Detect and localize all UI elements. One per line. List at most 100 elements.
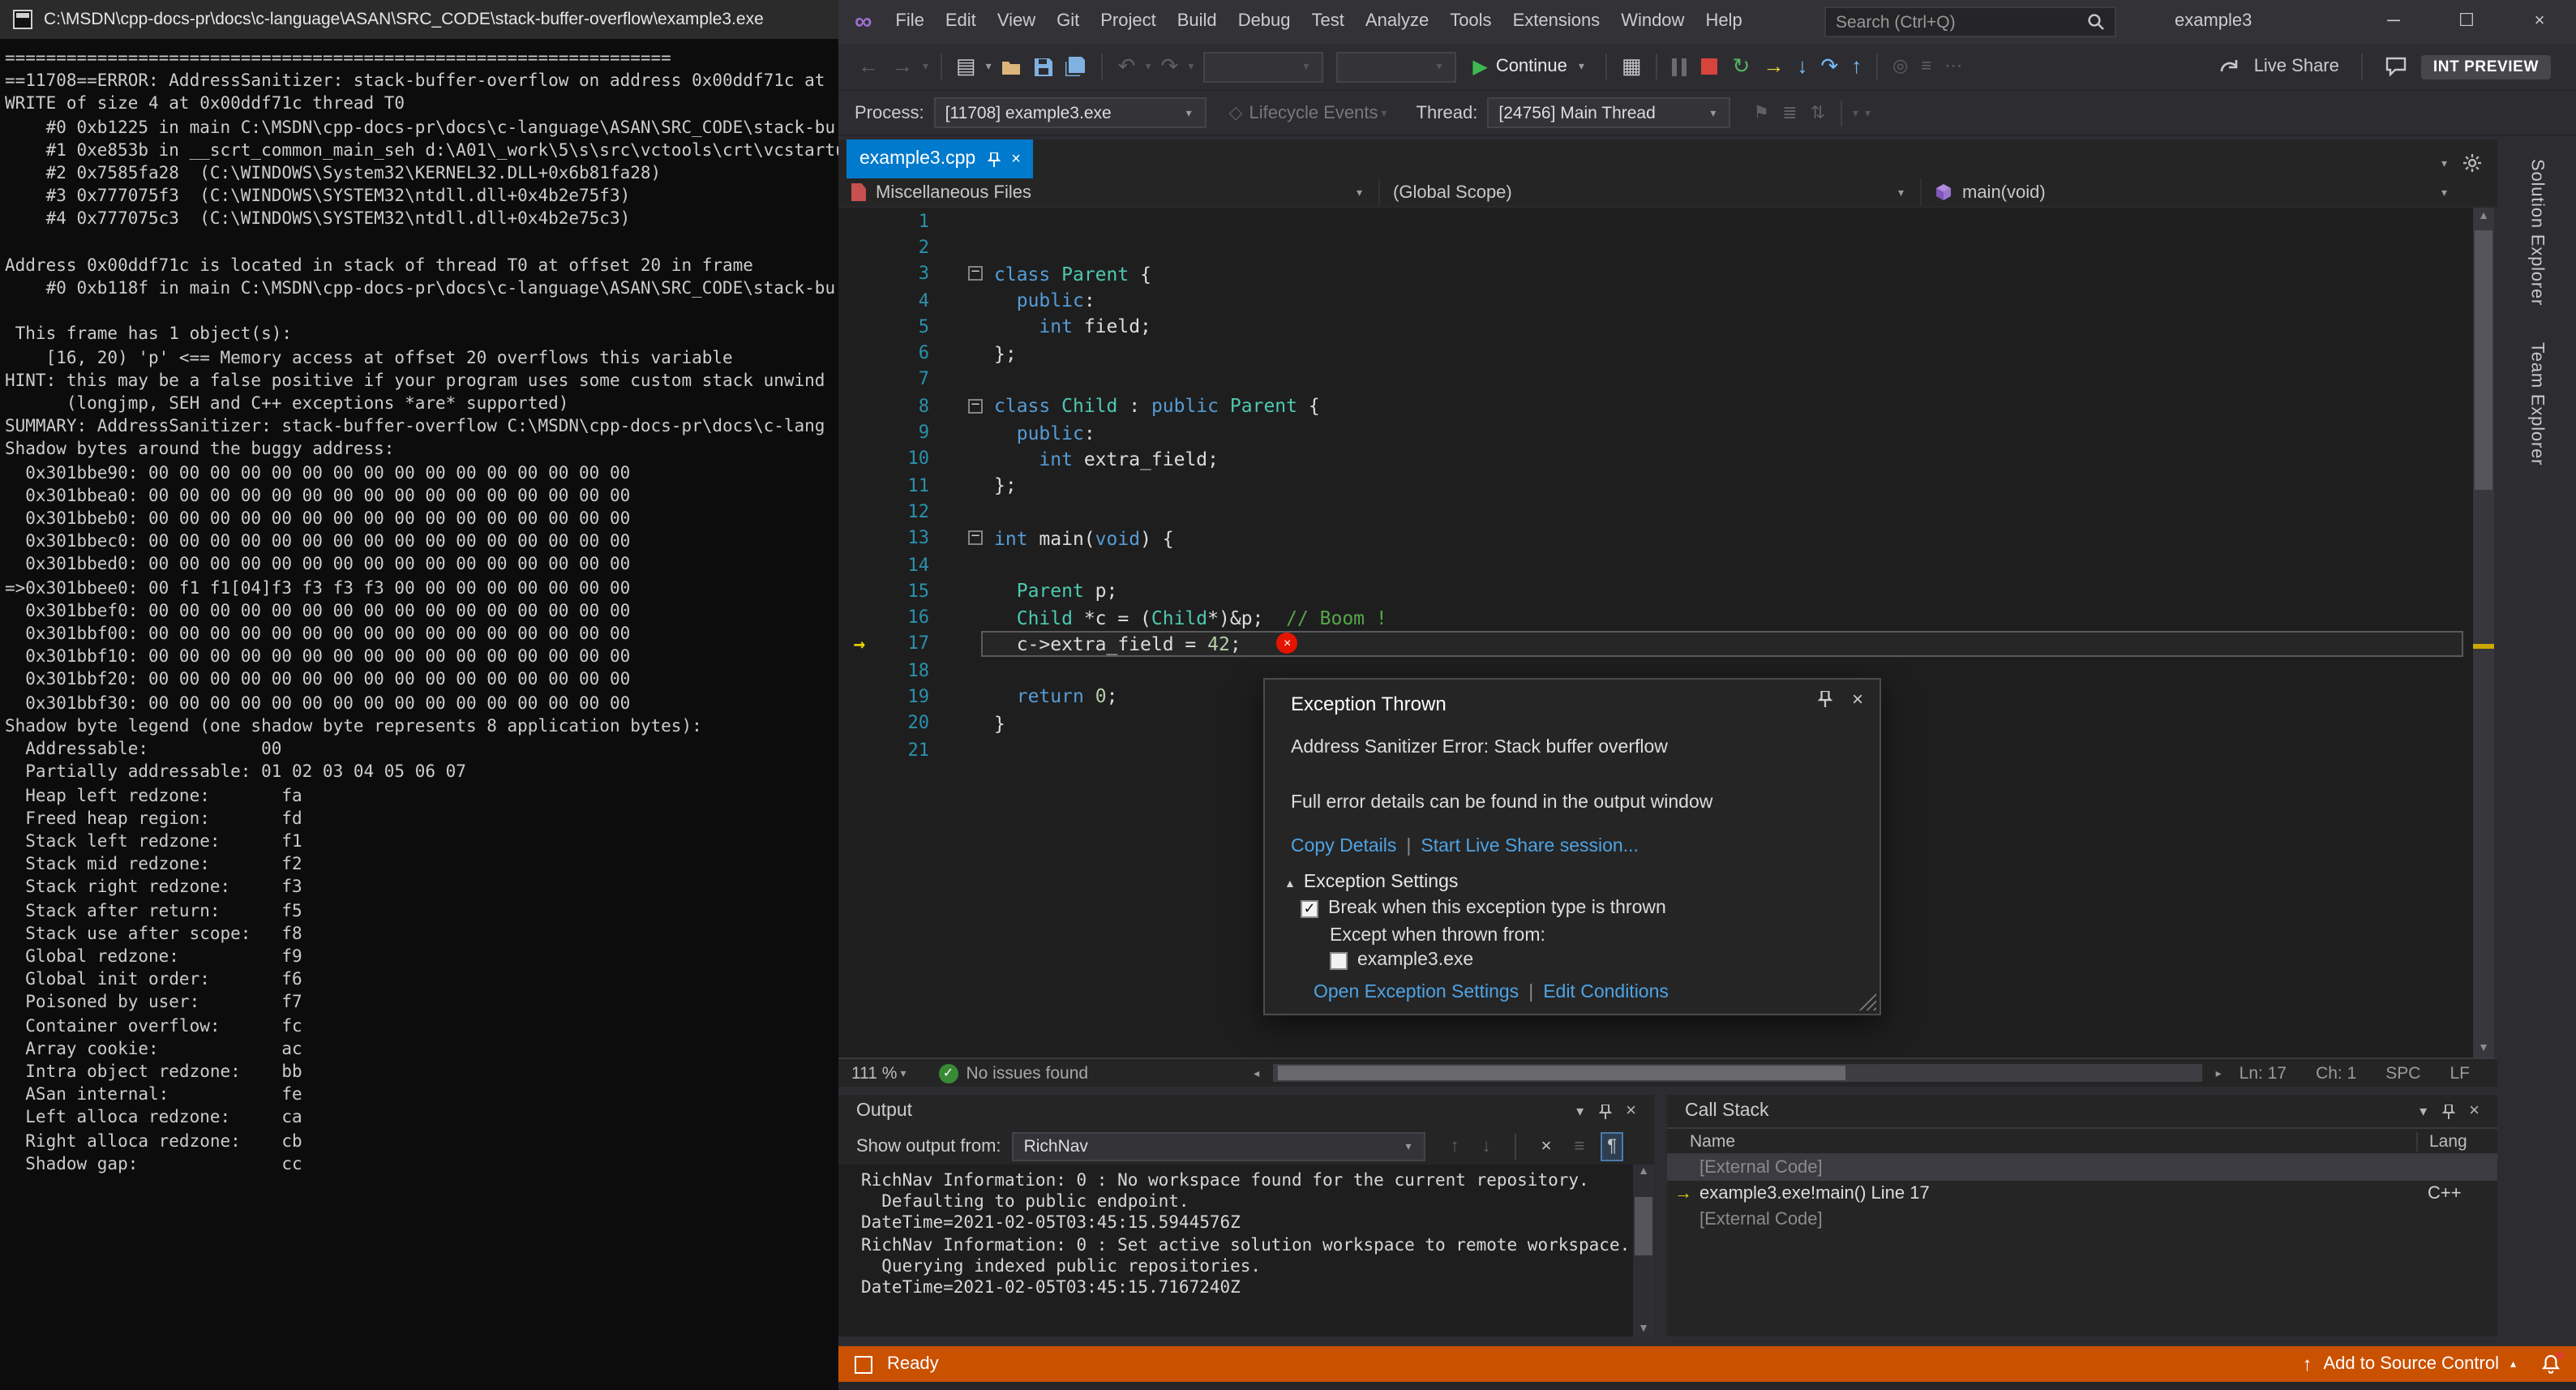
notifications-bell-icon[interactable] (2540, 1351, 2563, 1374)
close-icon[interactable]: × (1852, 689, 1863, 709)
code-text[interactable]: }; (994, 474, 2473, 496)
clear-output-icon[interactable]: × (1535, 1133, 1558, 1159)
solution-configuration-dropdown[interactable]: ▾ (1203, 51, 1324, 82)
code-text[interactable]: c->extra_field = 42; × (994, 633, 2473, 655)
step-over-icon[interactable]: ↷ (1814, 54, 1845, 79)
code-line-15[interactable]: 15 Parent p; (838, 577, 2473, 604)
toolbar-overflow-icon[interactable]: ⋯ (1938, 54, 1969, 79)
code-text[interactable]: class Child : public Parent { (994, 394, 2473, 417)
scope-dropdown[interactable]: (Global Scope) ▾ (1380, 178, 1922, 206)
save-icon[interactable] (1029, 58, 1060, 75)
menu-file[interactable]: File (885, 0, 934, 44)
module-exclude-checkbox[interactable] (1330, 951, 1348, 969)
menu-window[interactable]: Window (1610, 0, 1695, 44)
output-content[interactable]: RichNav Information: 0 : No workspace fo… (838, 1165, 1633, 1336)
close-icon[interactable]: × (1626, 1101, 1636, 1121)
undo-dropdown-icon[interactable]: ▾ (1142, 60, 1154, 73)
restart-icon[interactable]: ↻ (1726, 54, 1757, 79)
redo-dropdown-icon[interactable]: ▾ (1185, 60, 1197, 73)
new-file-dropdown-icon[interactable]: ▾ (983, 60, 995, 73)
menu-git[interactable]: Git (1046, 0, 1090, 44)
code-line-5[interactable]: 5 int field; (838, 313, 2473, 340)
code-line-14[interactable]: 14 (838, 551, 2473, 578)
start-live-share-link[interactable]: Start Live Share session... (1421, 837, 1638, 856)
options-icon[interactable]: ≡ (1914, 54, 1938, 79)
tab-close-icon[interactable]: × (1011, 150, 1021, 168)
pin-icon[interactable] (1817, 691, 1832, 707)
feedback-icon[interactable] (2386, 57, 2407, 76)
flag-threads-icon[interactable]: ⚑ (1747, 100, 1776, 126)
diagnostics-icon[interactable]: ◎ (1886, 54, 1914, 79)
editor-vertical-scrollbar[interactable]: ▲ ▼ (2473, 208, 2494, 1058)
console-titlebar[interactable]: C:\MSDN\cpp-docs-pr\docs\c-language\ASAN… (0, 0, 838, 39)
project-dropdown[interactable]: Miscellaneous Files ▾ (838, 178, 1380, 206)
navigate-back-icon[interactable]: ← (851, 54, 885, 79)
code-text[interactable]: public: (994, 421, 2473, 444)
vs-titlebar[interactable]: ∞ File Edit View Git Project Build Debug Test An… (838, 0, 2576, 44)
background-tasks-icon[interactable] (855, 1355, 872, 1373)
redo-icon[interactable]: ↷ (1155, 54, 1185, 79)
editor-horizontal-scrollbar[interactable] (1272, 1064, 2203, 1082)
toolbar-overflow-icon[interactable]: ▾ (1849, 106, 1862, 119)
fold-collapse-icon[interactable]: − (968, 530, 983, 546)
side-tab-team-explorer[interactable]: Team Explorer (2527, 341, 2547, 465)
process-dropdown[interactable]: [11708] example3.exe ▾ (933, 97, 1207, 128)
solution-platform-dropdown[interactable]: ▾ (1336, 51, 1457, 82)
menu-help[interactable]: Help (1695, 0, 1752, 44)
code-line-17[interactable]: → 17 c->extra_field = 42; × (838, 630, 2473, 658)
callstack-row[interactable]: [External Code] (1667, 1207, 2497, 1233)
toolbar-overflow-icon[interactable]: ▾ (1862, 106, 1874, 119)
stop-debugging-icon[interactable] (1701, 58, 1718, 75)
output-scrollbar[interactable]: ▲ ▼ (1633, 1165, 1654, 1336)
navigation-dropdown-icon[interactable]: ▾ (919, 60, 932, 73)
step-out-icon[interactable]: ↑ (1845, 54, 1868, 79)
menu-test[interactable]: Test (1301, 0, 1355, 44)
code-line-16[interactable]: 16 Child *c = (Child *)&p; // Boom ! (838, 604, 2473, 631)
breakpoints-window-icon[interactable]: ▦ (1615, 54, 1648, 79)
menu-edit[interactable]: Edit (935, 0, 987, 44)
fold-collapse-icon[interactable]: − (968, 397, 983, 414)
fold-collapse-icon[interactable]: − (968, 265, 983, 281)
hscroll-left-icon[interactable]: ◂ (1250, 1066, 1262, 1079)
navigate-forward-icon[interactable]: → (885, 54, 919, 79)
new-file-icon[interactable]: ▤ (949, 54, 983, 79)
callstack-row[interactable]: → example3.exe!main() Line 17 C++ (1667, 1181, 2497, 1207)
code-text[interactable]: int field; (994, 315, 2473, 338)
code-text[interactable]: class Parent { (994, 262, 2473, 285)
open-folder-icon[interactable] (995, 58, 1029, 75)
window-position-icon[interactable]: ▾ (1576, 1102, 1584, 1120)
edit-conditions-link[interactable]: Edit Conditions (1543, 983, 1669, 1002)
callstack-row[interactable]: [External Code] (1667, 1155, 2497, 1181)
code-line-12[interactable]: 12 (838, 499, 2473, 526)
menu-view[interactable]: View (987, 0, 1046, 44)
code-line-6[interactable]: 6}; (838, 340, 2473, 367)
tab-list-dropdown-icon[interactable]: ▾ (2438, 157, 2450, 169)
word-wrap-toggle-icon[interactable]: ¶ (1601, 1131, 1624, 1160)
code-text[interactable]: Child *c = (Child *)&p; // Boom ! (994, 606, 2473, 629)
lifecycle-events-label[interactable]: Lifecycle Events (1249, 103, 1378, 122)
continue-dropdown-icon[interactable]: ▾ (1575, 60, 1588, 73)
pin-icon[interactable] (2441, 1104, 2455, 1118)
message-list-icon[interactable]: ≡ (1567, 1133, 1591, 1159)
continue-button[interactable]: ▶ Continue ▾ (1463, 55, 1597, 78)
output-panel-titlebar[interactable]: Output ▾ × (838, 1095, 1654, 1127)
scroll-up-icon[interactable]: ▲ (1633, 1166, 1654, 1178)
goto-previous-message-icon[interactable]: ↑ (1444, 1133, 1466, 1159)
lifecycle-events-dropdown-icon[interactable]: ▾ (1378, 106, 1391, 119)
code-line-2[interactable]: 2 (838, 234, 2473, 261)
goto-next-message-icon[interactable]: ↓ (1476, 1133, 1498, 1159)
maximize-button[interactable]: ☐ (2430, 0, 2503, 44)
tab-pin-icon[interactable] (987, 152, 1001, 166)
code-line-8[interactable]: 8 − class Child : public Parent { (838, 393, 2473, 419)
editor-settings-gear-icon[interactable] (2463, 154, 2481, 172)
stack-frame-icon[interactable]: ⇅ (1804, 100, 1832, 126)
scroll-up-icon[interactable]: ▲ (2473, 211, 2494, 222)
column-header-name[interactable]: Name (1667, 1131, 2416, 1151)
code-line-13[interactable]: 13 − int main(void) { (838, 525, 2473, 551)
call-stack-titlebar[interactable]: Call Stack ▾ × (1667, 1095, 2497, 1127)
scroll-down-icon[interactable]: ▼ (1633, 1324, 1654, 1335)
menu-extensions[interactable]: Extensions (1502, 0, 1611, 44)
show-threads-icon[interactable]: ≣ (1776, 100, 1803, 126)
close-button[interactable]: × (2503, 0, 2576, 44)
exception-settings-expander[interactable]: ▲ Exception Settings (1284, 873, 1458, 892)
